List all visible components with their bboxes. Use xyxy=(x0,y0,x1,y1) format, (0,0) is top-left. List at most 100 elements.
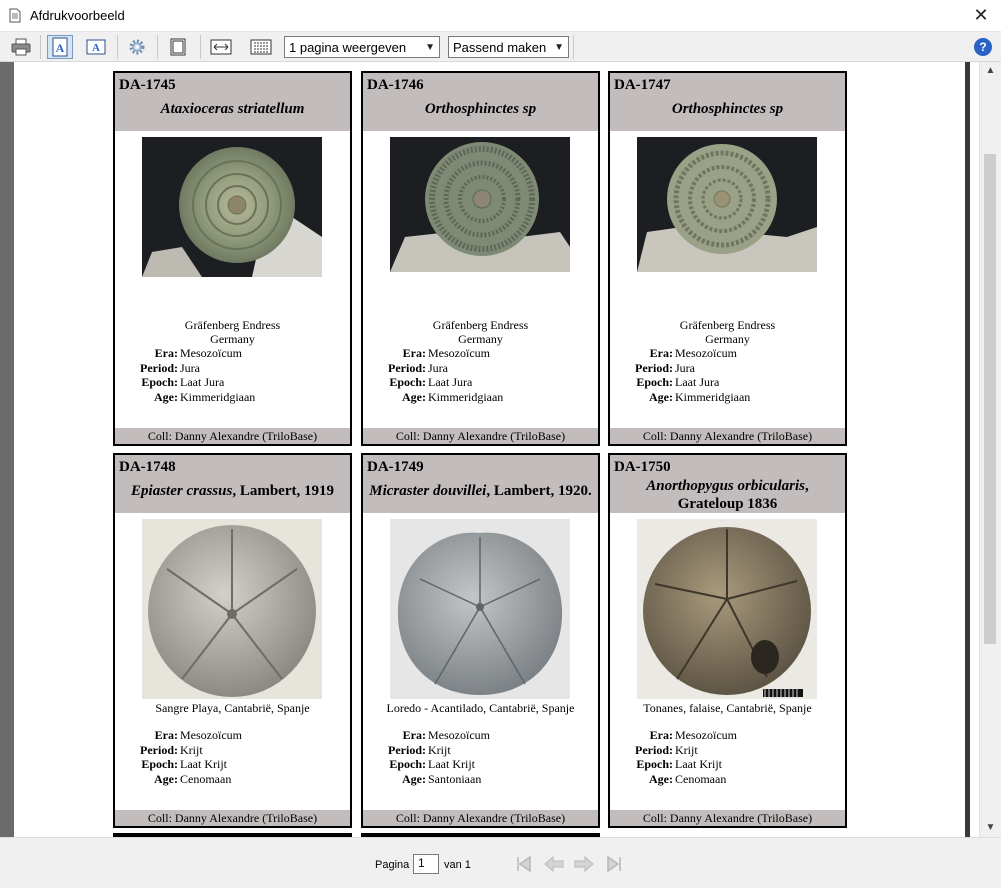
collection-footer: Coll: Danny Alexandre (TriloBase) xyxy=(363,428,598,444)
pages-select-value: 1 pagina weergeven xyxy=(289,39,407,55)
specimen-code: DA-1746 xyxy=(367,77,424,93)
card-header: DA-1748 Epiaster crassus, Lambert, 1919 xyxy=(115,455,350,513)
location-text: Loredo - Acantilado, Cantabrië, Spanje xyxy=(386,701,575,715)
properties-list: Era: Mesozoïcum Period: Jura Epoch: Laat Ju… xyxy=(115,346,350,404)
location-text: Gräfenberg Endress xyxy=(184,318,281,332)
period-value: Krijt xyxy=(675,742,698,757)
arrow-left-icon xyxy=(544,855,564,873)
country-text: Germany xyxy=(458,332,503,346)
printer-icon xyxy=(11,38,31,56)
urchin-photo xyxy=(390,519,570,699)
chevron-down-icon: ▼ xyxy=(425,41,435,53)
specimen-name: Micraster douvillei, Lambert, 1920. xyxy=(369,483,592,499)
card-header: DA-1745 Ataxioceras striatellum xyxy=(115,73,350,131)
properties-list: Era: Mesozoïcum Period: Krijt Epoch: Laat K… xyxy=(610,728,845,786)
document-icon xyxy=(9,8,21,23)
age-value: Kimmeridgiaan xyxy=(675,389,751,404)
card-header: DA-1749 Micraster douvillei, Lambert, 19… xyxy=(363,455,598,513)
location-text: Gräfenberg Endress xyxy=(679,318,776,332)
era-value: Mesozoïcum xyxy=(428,346,490,360)
epoch-value: Laat Jura xyxy=(675,375,720,389)
epoch-value: Laat Krijt xyxy=(675,757,722,771)
zoom-select-value: Passend maken xyxy=(453,39,547,55)
collection-footer: Coll: Danny Alexandre (TriloBase) xyxy=(610,428,845,444)
toolbar: A A 1 pagina weergeven ▼ Passend maken ▼ xyxy=(0,32,1001,62)
page-number-input[interactable]: 1 xyxy=(413,854,439,874)
last-page-button[interactable] xyxy=(602,852,626,876)
period-value: Jura xyxy=(180,360,200,375)
multi-page-icon xyxy=(250,39,272,55)
multi-page-button[interactable] xyxy=(248,35,274,59)
specimen-code: DA-1749 xyxy=(367,459,424,475)
age-value: Cenomaan xyxy=(180,771,232,786)
age-value: Kimmeridgiaan xyxy=(428,389,504,404)
page-count-label: van 1 xyxy=(444,859,471,871)
epoch-value: Laat Krijt xyxy=(428,757,475,771)
window-title: Afdrukvoorbeeld xyxy=(30,8,125,23)
preview-left-edge xyxy=(0,62,14,837)
epoch-value: Laat Krijt xyxy=(180,757,227,771)
specimen-name: Orthosphinctes sp xyxy=(671,101,784,117)
epoch-value: Laat Jura xyxy=(428,375,473,389)
scroll-up-icon[interactable]: ▲ xyxy=(980,62,1001,80)
period-value: Jura xyxy=(428,360,448,375)
scroll-down-icon[interactable]: ▼ xyxy=(980,819,1001,837)
collection-footer: Coll: Danny Alexandre (TriloBase) xyxy=(115,810,350,826)
specimen-code: DA-1745 xyxy=(119,77,176,93)
specimen-name: Ataxioceras striatellum xyxy=(160,101,305,117)
chevron-down-icon: ▼ xyxy=(554,41,564,53)
page-icon xyxy=(170,38,186,56)
properties-list: Era: Mesozoïcum Period: Jura Epoch: Laat Ju… xyxy=(610,346,845,404)
portrait-button[interactable]: A xyxy=(47,35,73,59)
portrait-page-icon: A xyxy=(52,37,68,57)
settings-button[interactable] xyxy=(124,35,150,59)
properties-list: Era: Mesozoïcum Period: Jura Epoch: Laat Ju… xyxy=(363,346,598,404)
specimen-card: DA-1750 Anorthopygus orbicularis, Gratel… xyxy=(608,453,847,828)
gear-icon xyxy=(129,39,145,55)
epoch-value: Laat Jura xyxy=(180,375,225,389)
fit-width-icon xyxy=(210,39,232,55)
specimen-card: DA-1746 Orthosphinctes sp Gräfenberg End… xyxy=(361,71,600,446)
age-value: Cenomaan xyxy=(675,771,727,786)
location-text: Tonanes, falaise, Cantabrië, Spanje xyxy=(643,701,812,715)
ammonite-photo xyxy=(390,137,570,272)
country-text: Germany xyxy=(210,332,255,346)
pages-select[interactable]: 1 pagina weergeven ▼ xyxy=(284,36,440,58)
print-button[interactable] xyxy=(8,35,34,59)
collection-footer: Coll: Danny Alexandre (TriloBase) xyxy=(610,810,845,826)
close-icon[interactable]: ✕ xyxy=(971,5,991,26)
card-header: DA-1746 Orthosphinctes sp xyxy=(363,73,598,131)
full-page-button[interactable] xyxy=(165,35,191,59)
last-page-icon xyxy=(607,855,621,873)
period-value: Krijt xyxy=(428,742,451,757)
specimen-code: DA-1748 xyxy=(119,459,176,475)
location-text: Sangre Playa, Cantabrië, Spanje xyxy=(155,701,310,715)
specimen-code: DA-1747 xyxy=(614,77,671,93)
scroll-thumb[interactable] xyxy=(984,154,996,644)
collection-footer: Coll: Danny Alexandre (TriloBase) xyxy=(363,810,598,826)
specimen-name: Orthosphinctes sp xyxy=(424,101,537,117)
urchin-photo xyxy=(142,519,322,699)
card-header: DA-1747 Orthosphinctes sp xyxy=(610,73,845,131)
arrow-right-icon xyxy=(574,855,594,873)
page-width-button[interactable] xyxy=(208,35,234,59)
page-label: Pagina xyxy=(375,859,410,871)
vertical-scrollbar[interactable]: ▲ ▼ xyxy=(979,62,1001,837)
age-value: Kimmeridgiaan xyxy=(180,389,256,404)
svg-text:A: A xyxy=(56,41,65,55)
zoom-select[interactable]: Passend maken ▼ xyxy=(448,36,569,58)
collection-footer: Coll: Danny Alexandre (TriloBase) xyxy=(115,428,350,444)
period-value: Jura xyxy=(675,360,695,375)
previous-page-button[interactable] xyxy=(542,852,566,876)
country-text: Germany xyxy=(705,332,750,346)
next-page-button[interactable] xyxy=(572,852,596,876)
specimen-card: DA-1745 Ataxioceras striatellum Gräfenbe… xyxy=(113,71,352,446)
first-page-button[interactable] xyxy=(512,852,536,876)
ammonite-photo xyxy=(637,137,817,272)
era-value: Mesozoïcum xyxy=(180,728,242,742)
specimen-name: Epiaster crassus, Lambert, 1919 xyxy=(131,483,334,499)
landscape-button[interactable]: A xyxy=(83,35,109,59)
age-value: Santoniaan xyxy=(428,771,482,786)
specimen-name: Anorthopygus orbicularis, Grateloup 1836 xyxy=(646,478,809,512)
help-icon[interactable]: ? xyxy=(974,38,992,56)
